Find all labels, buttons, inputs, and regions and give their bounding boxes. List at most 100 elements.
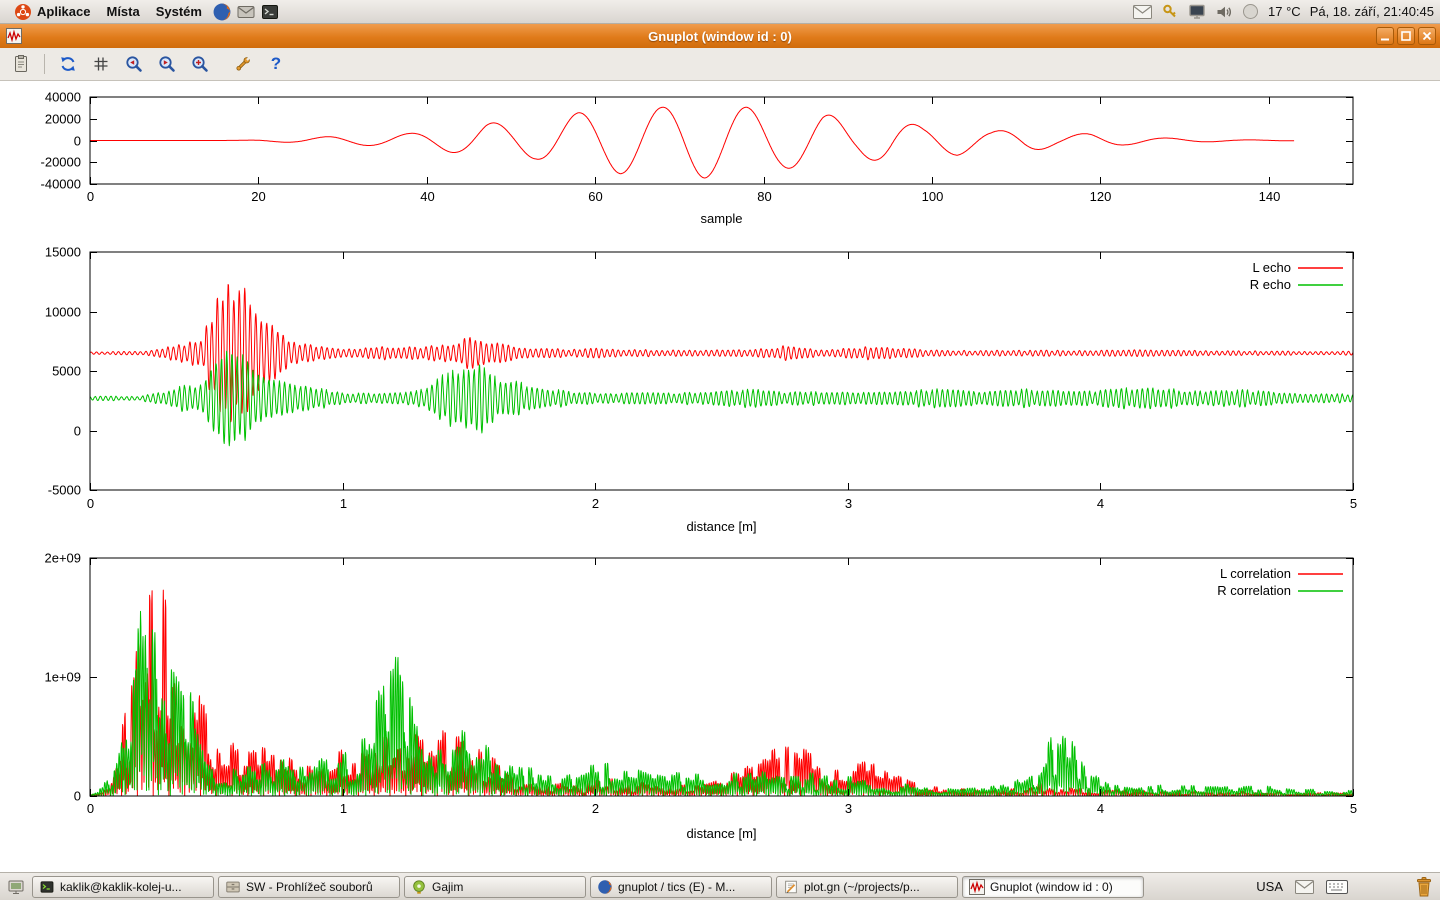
taskbar-task-terminal[interactable]: kaklik@kaklik-kolej-u... (32, 876, 214, 898)
mail-launcher[interactable] (234, 0, 258, 24)
zoom-previous-button[interactable] (121, 51, 147, 77)
maximize-icon (1400, 30, 1412, 42)
window-buttons (1376, 27, 1436, 45)
ubuntu-logo-icon (14, 3, 32, 21)
task-label: Gajim (432, 880, 463, 894)
series-l-echo (90, 285, 1353, 422)
panel-right: 17 °C Pá, 18. září, 21:40:45 (1133, 0, 1434, 23)
top-panel: Aplikace Místa Systém (0, 0, 1440, 24)
gnuplot-toolbar: ? (0, 48, 1440, 81)
y-tick-label: 0 (74, 789, 81, 804)
chart-signal[interactable]: 020406080100120140-40000-200000200004000… (0, 81, 1440, 237)
menu-places[interactable]: Místa (98, 0, 147, 23)
y-tick-label: -20000 (41, 155, 81, 170)
keyboard-icon[interactable] (1326, 880, 1348, 894)
copy-clipboard-button[interactable] (8, 51, 34, 77)
replot-button[interactable] (55, 51, 81, 77)
x-tick-label: 1 (340, 496, 347, 511)
taskbar-task-gajim[interactable]: Gajim (404, 876, 586, 898)
taskbar-task-file-manager[interactable]: SW - Prohlížeč souborů (218, 876, 400, 898)
firefox-icon (597, 879, 613, 895)
x-axis-label: distance [m] (686, 519, 756, 534)
x-tick-label: 5 (1350, 496, 1357, 511)
terminal-icon (260, 2, 280, 22)
minimize-button[interactable] (1376, 27, 1394, 45)
chart-correlation[interactable]: 01234501e+092e+09distance [m]L correlati… (0, 545, 1440, 853)
toolbar-separator (44, 54, 45, 74)
x-tick-label: 3 (845, 496, 852, 511)
menu-system[interactable]: Systém (148, 0, 210, 23)
show-desktop-icon (7, 878, 25, 896)
clock-label[interactable]: Pá, 18. září, 21:40:45 (1310, 4, 1434, 19)
y-tick-label: 0 (74, 134, 81, 149)
close-button[interactable] (1418, 27, 1436, 45)
y-tick-label: 2e+09 (44, 551, 81, 566)
x-tick-label: 1 (340, 801, 347, 816)
taskbar-task-text-editor[interactable]: plot.gn (~/projects/p... (776, 876, 958, 898)
legend-label: R echo (1250, 277, 1291, 292)
x-axis-label: distance [m] (686, 826, 756, 841)
x-tick-label: 4 (1097, 496, 1104, 511)
gajim-icon (411, 879, 427, 895)
legend-label: L correlation (1220, 566, 1291, 581)
mail-notification-icon[interactable] (1133, 5, 1152, 19)
wrench-icon (233, 54, 253, 74)
firefox-icon (212, 2, 232, 22)
weather-applet[interactable] (1242, 3, 1259, 20)
show-desktop-button[interactable] (4, 876, 28, 898)
toggle-grid-button[interactable] (88, 51, 114, 77)
mail-icon (236, 2, 256, 22)
window-titlebar[interactable]: Gnuplot (window id : 0) (0, 24, 1440, 48)
zoom-next-icon (157, 54, 177, 74)
x-tick-label: 0 (87, 189, 94, 204)
temperature-label[interactable]: 17 °C (1268, 4, 1301, 19)
gnuplot-icon (969, 879, 985, 895)
x-tick-label: 5 (1350, 801, 1357, 816)
x-axis-label: sample (701, 211, 743, 226)
volume-icon[interactable] (1215, 3, 1233, 21)
display-icon[interactable] (1188, 3, 1206, 20)
help-icon: ? (271, 54, 281, 74)
taskbar-task-firefox[interactable]: gnuplot / tics (E) - M... (590, 876, 772, 898)
file-manager-icon (225, 879, 241, 895)
series-r-correlation (90, 611, 1353, 796)
y-tick-label: 10000 (45, 305, 81, 320)
autoscale-icon (190, 54, 210, 74)
trash-icon[interactable] (1414, 876, 1434, 898)
grid-icon (91, 54, 111, 74)
task-label: gnuplot / tics (E) - M... (618, 880, 735, 894)
plot-border (90, 558, 1353, 796)
y-tick-label: 1e+09 (44, 670, 81, 685)
maximize-button[interactable] (1397, 27, 1415, 45)
keyboard-layout-indicator[interactable]: USA (1256, 879, 1283, 894)
close-icon (1421, 30, 1433, 42)
x-tick-label: 60 (588, 189, 602, 204)
menu-applications[interactable]: Aplikace (6, 0, 98, 23)
task-label: kaklik@kaklik-kolej-u... (60, 880, 182, 894)
x-tick-label: 140 (1259, 189, 1281, 204)
x-tick-label: 2 (592, 496, 599, 511)
minimize-icon (1379, 30, 1391, 42)
task-label: plot.gn (~/projects/p... (804, 880, 920, 894)
x-tick-label: 120 (1090, 189, 1112, 204)
x-tick-label: 80 (757, 189, 771, 204)
configure-button[interactable] (230, 51, 256, 77)
taskbar-task-gnuplot[interactable]: Gnuplot (window id : 0) (962, 876, 1144, 898)
zoom-next-button[interactable] (154, 51, 180, 77)
mail-icon[interactable] (1295, 880, 1314, 894)
keys-icon[interactable] (1161, 3, 1179, 21)
firefox-launcher[interactable] (210, 0, 234, 24)
y-tick-label: 0 (74, 424, 81, 439)
plot-border (90, 252, 1353, 490)
x-tick-label: 0 (87, 801, 94, 816)
chart-echo[interactable]: 012345-5000050001000015000distance [m]L … (0, 237, 1440, 545)
help-button[interactable]: ? (263, 51, 289, 77)
menu-places-label: Místa (106, 4, 139, 19)
terminal-launcher[interactable] (258, 0, 282, 24)
legend-label: R correlation (1217, 583, 1291, 598)
y-tick-label: 5000 (52, 364, 81, 379)
y-tick-label: -40000 (41, 177, 81, 192)
x-tick-label: 0 (87, 496, 94, 511)
autoscale-button[interactable] (187, 51, 213, 77)
menu-applications-label: Aplikace (37, 4, 90, 19)
